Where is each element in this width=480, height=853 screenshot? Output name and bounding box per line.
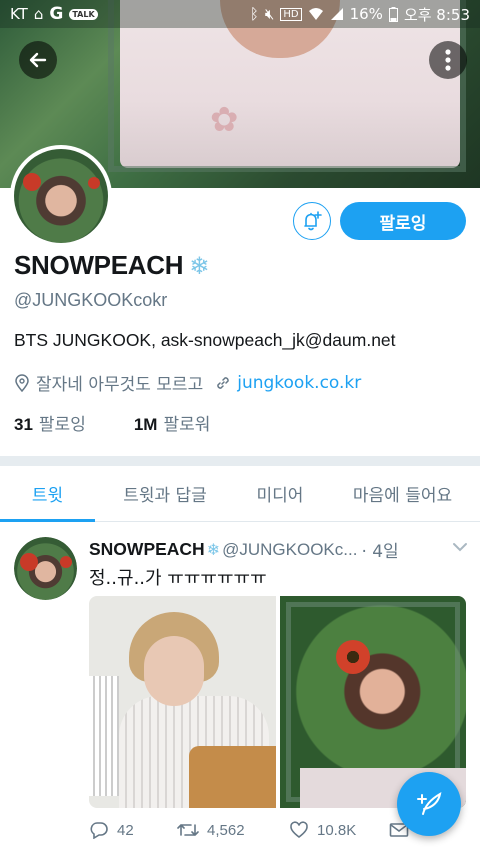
avatar-flower bbox=[23, 172, 42, 191]
more-options-button[interactable] bbox=[429, 41, 467, 79]
profile-website-link[interactable]: jungkook.co.kr bbox=[237, 373, 361, 393]
profile-avatar[interactable] bbox=[10, 145, 112, 247]
tab-likes[interactable]: 마음에 들어요 bbox=[325, 466, 480, 521]
tweet-text: 정..규..가 ㅠㅠㅠㅠㅠㅠ bbox=[89, 568, 267, 589]
tweet-author-handle: @JUNGKOOKc... bbox=[222, 539, 358, 559]
home-notification-icon: ⌂ bbox=[33, 5, 44, 23]
location-pin-icon bbox=[15, 373, 29, 392]
bell-plus-icon bbox=[304, 211, 322, 231]
tweet-author-avatar[interactable] bbox=[14, 537, 77, 600]
battery-percent: 16% bbox=[349, 5, 383, 23]
follow-counts: 31 팔로잉 1M 팔로워 bbox=[14, 410, 210, 435]
tab-tweets[interactable]: 트윗 bbox=[0, 466, 95, 522]
status-bar-right: ᛒ 🔇︎ HD 16% 오후 8:53 bbox=[250, 4, 470, 25]
chevron-down-icon bbox=[453, 543, 467, 552]
avatar-flower bbox=[59, 555, 72, 568]
tweet-media[interactable] bbox=[89, 596, 466, 808]
photo-chair bbox=[189, 746, 276, 808]
talk-notification-icon: TALK bbox=[69, 8, 98, 20]
retweet-button[interactable]: 4,562 bbox=[177, 821, 289, 839]
following-number: 31 bbox=[14, 415, 33, 434]
compose-tweet-button[interactable] bbox=[397, 772, 461, 836]
tweet-timestamp: · 4일 bbox=[361, 542, 399, 562]
mute-icon: 🔇︎ bbox=[264, 5, 275, 23]
notifications-button[interactable] bbox=[293, 202, 331, 240]
profile-location: 잘자네 아무것도 모르고 bbox=[36, 375, 204, 395]
profile-tabs: 트윗 트윗과 답글 미디어 마음에 들어요 bbox=[0, 466, 480, 522]
snowflake-badge-icon: ❄ bbox=[189, 251, 210, 280]
tweet-menu-button[interactable] bbox=[452, 540, 468, 558]
hd-voice-icon: HD bbox=[280, 7, 302, 21]
wifi-icon bbox=[308, 8, 323, 20]
followers-count[interactable]: 1M 팔로워 bbox=[134, 410, 211, 435]
tab-media[interactable]: 미디어 bbox=[235, 466, 325, 521]
more-vertical-icon bbox=[445, 49, 451, 71]
status-bar: KT ⌂ G TALK ᛒ 🔇︎ HD 16% 오후 8:53 bbox=[0, 0, 480, 28]
avatar-flower bbox=[20, 552, 39, 571]
tweet-header: SNOWPEACH ❄ @JUNGKOOKc... · 4일 bbox=[89, 537, 469, 562]
like-button[interactable]: 10.8K bbox=[289, 821, 389, 839]
compose-feather-icon bbox=[417, 792, 442, 815]
signal-icon bbox=[330, 8, 343, 20]
arrow-left-icon bbox=[29, 52, 47, 68]
tab-tweets-and-replies[interactable]: 트윗과 답글 bbox=[95, 466, 235, 521]
profile-meta: 잘자네 아무것도 모르고 jungkook.co.kr bbox=[14, 370, 361, 395]
reply-count: 42 bbox=[117, 821, 134, 839]
display-name: SNOWPEACH bbox=[14, 250, 184, 280]
reply-icon bbox=[90, 822, 108, 839]
profile-handle: @JUNGKOOKcokr bbox=[14, 290, 168, 310]
carrier-label: KT bbox=[10, 5, 28, 23]
profile-bio: BTS JUNGKOOK, ask-snowpeach_jk@daum.net bbox=[14, 330, 396, 350]
retweet-count: 4,562 bbox=[207, 821, 245, 839]
photo-face bbox=[144, 636, 204, 706]
link-icon bbox=[217, 376, 229, 389]
battery-icon bbox=[388, 6, 398, 22]
avatar-image bbox=[14, 537, 77, 600]
heart-icon bbox=[290, 821, 308, 839]
followers-label: 팔로워 bbox=[163, 415, 211, 435]
following-count[interactable]: 31 팔로잉 bbox=[14, 410, 86, 435]
following-button[interactable]: 팔로잉 bbox=[340, 202, 466, 240]
photo-flower bbox=[336, 640, 370, 674]
section-divider bbox=[0, 456, 480, 466]
following-label: 팔로잉 bbox=[38, 415, 86, 435]
tweet-author-name: SNOWPEACH bbox=[89, 539, 205, 559]
tweet-photo-1[interactable] bbox=[89, 596, 276, 808]
snowflake-badge-icon: ❄ bbox=[206, 540, 221, 559]
avatar-flower bbox=[88, 177, 101, 190]
g-notification-icon: G bbox=[49, 4, 64, 24]
profile-name: SNOWPEACH ❄ bbox=[14, 250, 209, 281]
back-button[interactable] bbox=[19, 41, 57, 79]
status-bar-left: KT ⌂ G TALK bbox=[10, 4, 98, 24]
photo-radiator bbox=[89, 676, 119, 796]
bluetooth-icon: ᛒ bbox=[249, 5, 259, 23]
reply-button[interactable]: 42 bbox=[89, 821, 177, 839]
like-count: 10.8K bbox=[317, 821, 357, 839]
retweet-icon bbox=[177, 824, 199, 836]
followers-number: 1M bbox=[133, 415, 158, 434]
avatar-image bbox=[14, 149, 108, 243]
clock: 오후 8:53 bbox=[403, 5, 470, 24]
